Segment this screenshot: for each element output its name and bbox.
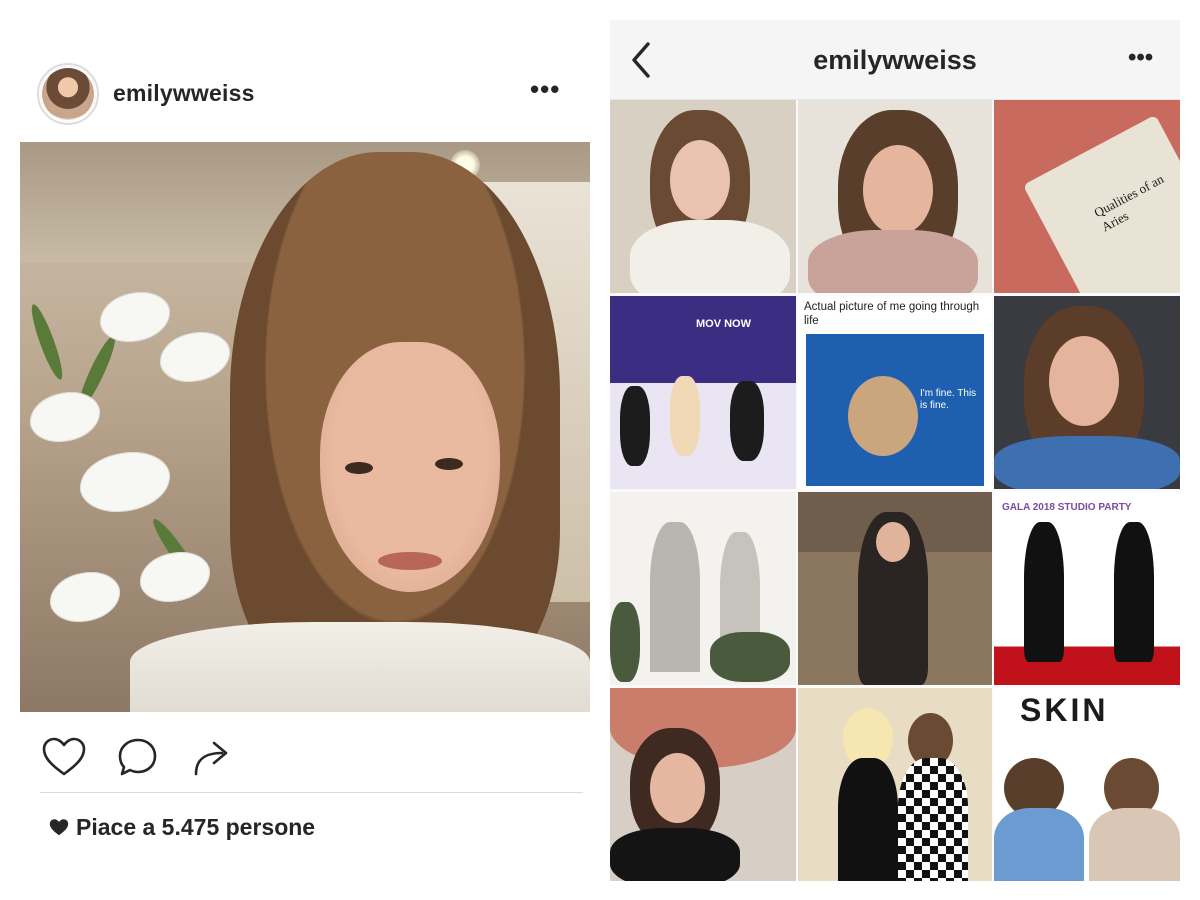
post-photo[interactable] (20, 142, 590, 712)
leaf (26, 302, 68, 382)
eye (345, 462, 373, 474)
instagram-post: emilywweiss ••• Piace a 5.475 persone (20, 0, 590, 900)
photo-grid: Qualities of an Aries MOV NOW Actual pic… (610, 100, 1180, 881)
heart-filled-icon (49, 819, 69, 836)
grid-photo-4[interactable]: MOV NOW (610, 296, 796, 489)
meme-text: I'm fine. This is fine. (920, 388, 977, 411)
comment-bubble-icon[interactable] (114, 734, 162, 782)
gala-backdrop-text: GALA 2018 STUDIO PARTY (1002, 502, 1132, 513)
grid-photo-11[interactable] (798, 688, 992, 881)
grid-photo-3[interactable]: Qualities of an Aries (994, 100, 1180, 293)
divider (40, 792, 583, 793)
likes-row[interactable]: Piace a 5.475 persone (48, 812, 315, 842)
eye (435, 458, 463, 470)
post-actions (20, 722, 590, 786)
lily-flower (50, 572, 120, 622)
lily-flower (80, 452, 170, 512)
grid-photo-8[interactable] (798, 492, 992, 685)
post-username[interactable]: emilywweiss (113, 80, 255, 107)
white-shirt (130, 622, 590, 712)
grid-photo-1[interactable] (610, 100, 796, 293)
post-header: emilywweiss ••• (20, 62, 590, 126)
avatar[interactable] (37, 63, 99, 125)
profile-screen: emilywweiss ••• Qualities of an Aries MO… (610, 20, 1180, 881)
lily-flower (160, 332, 230, 382)
likes-count: Piace a 5.475 persone (76, 813, 316, 840)
nav-bar: emilywweiss ••• (610, 20, 1180, 100)
lily-flower (30, 392, 100, 442)
grid-photo-2[interactable] (798, 100, 992, 293)
heart-outline-icon[interactable] (40, 734, 88, 782)
grid-photo-9[interactable]: GALA 2018 STUDIO PARTY (994, 492, 1180, 685)
profile-title: emilywweiss (813, 45, 977, 75)
lily-flower (100, 292, 170, 342)
grid-photo-5[interactable]: Actual picture of me going through life … (798, 296, 992, 489)
event-logo: MOV NOW (696, 318, 751, 330)
grid-photo-6[interactable] (994, 296, 1180, 489)
more-horizontal-icon[interactable]: ••• (1128, 44, 1153, 72)
lily-flower (140, 552, 210, 602)
skin-sign-text: SKIN (1020, 692, 1109, 728)
mouth (378, 552, 442, 570)
grid-photo-7[interactable] (610, 492, 796, 685)
grid-photo-12[interactable]: SKIN (994, 688, 1180, 881)
more-horizontal-icon[interactable]: ••• (530, 74, 560, 104)
meme-caption: Actual picture of me going through life (804, 301, 980, 327)
share-arrow-icon[interactable] (188, 734, 236, 782)
grid-photo-10[interactable] (610, 688, 796, 881)
